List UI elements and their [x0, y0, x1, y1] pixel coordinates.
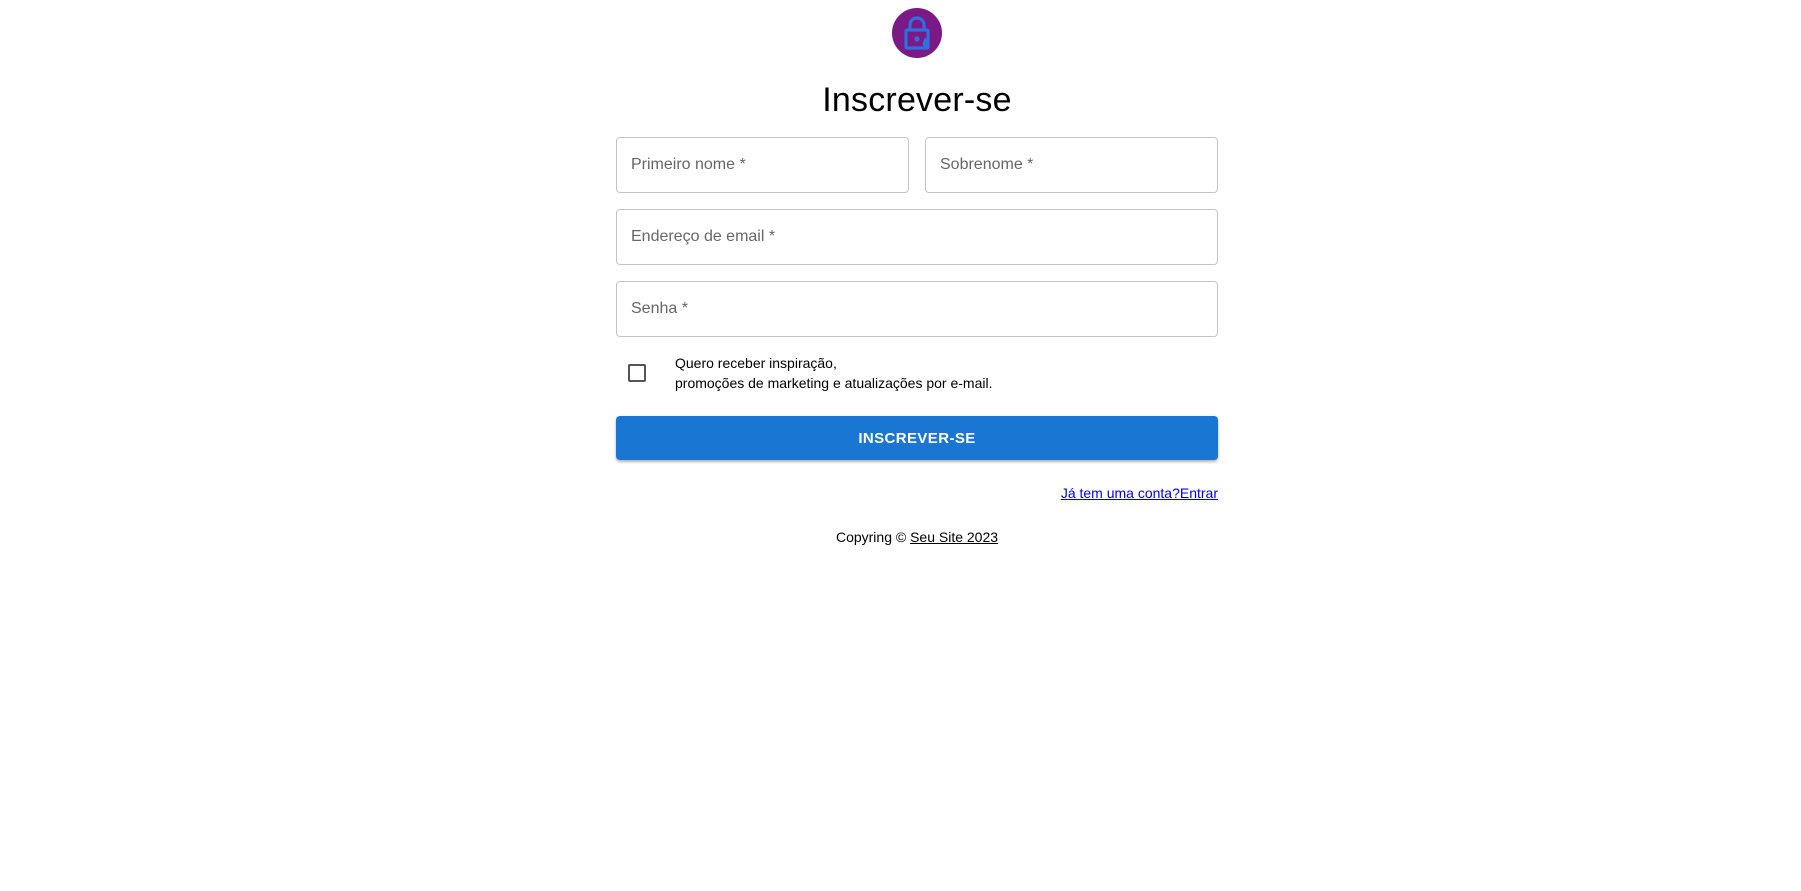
- email-input[interactable]: [617, 210, 1217, 264]
- copyright-text: Copyring ©: [835, 529, 911, 545]
- site-link[interactable]: Seu Site 2023: [910, 529, 998, 545]
- signin-question: Já tem uma conta?: [1060, 485, 1180, 501]
- first-name-input[interactable]: [617, 138, 908, 192]
- signup-page: Inscrever-se Quero receber inspiração,: [0, 0, 1801, 891]
- signin-action: Entrar: [1179, 485, 1218, 501]
- marketing-consent: Quero receber inspiração, promoções de m…: [616, 352, 1218, 394]
- email-field: [616, 209, 1218, 265]
- signup-button[interactable]: INSCREVER-SE: [616, 416, 1218, 460]
- password-field: [616, 281, 1218, 337]
- password-input[interactable]: [617, 282, 1217, 336]
- marketing-consent-checkbox[interactable]: [628, 364, 646, 382]
- signin-row: Já tem uma conta?Entrar: [616, 483, 1218, 503]
- lock-icon: [904, 16, 930, 50]
- signin-link[interactable]: Já tem uma conta?Entrar: [1061, 483, 1218, 503]
- signup-form: Quero receber inspiração, promoções de m…: [616, 137, 1218, 503]
- consent-line-1: Quero receber inspiração,: [675, 355, 837, 371]
- page-title: Inscrever-se: [822, 81, 1012, 119]
- avatar: [892, 8, 942, 58]
- first-name-field: [616, 137, 909, 193]
- copyright-footer: Copyring © Seu Site 2023: [836, 527, 998, 547]
- consent-line-2: promoções de marketing e atualizações po…: [675, 375, 993, 391]
- last-name-input[interactable]: [926, 138, 1217, 192]
- name-row: [616, 137, 1218, 193]
- signup-container: Inscrever-se Quero receber inspiração,: [616, 0, 1218, 547]
- last-name-field: [925, 137, 1218, 193]
- marketing-consent-label[interactable]: Quero receber inspiração, promoções de m…: [675, 353, 993, 393]
